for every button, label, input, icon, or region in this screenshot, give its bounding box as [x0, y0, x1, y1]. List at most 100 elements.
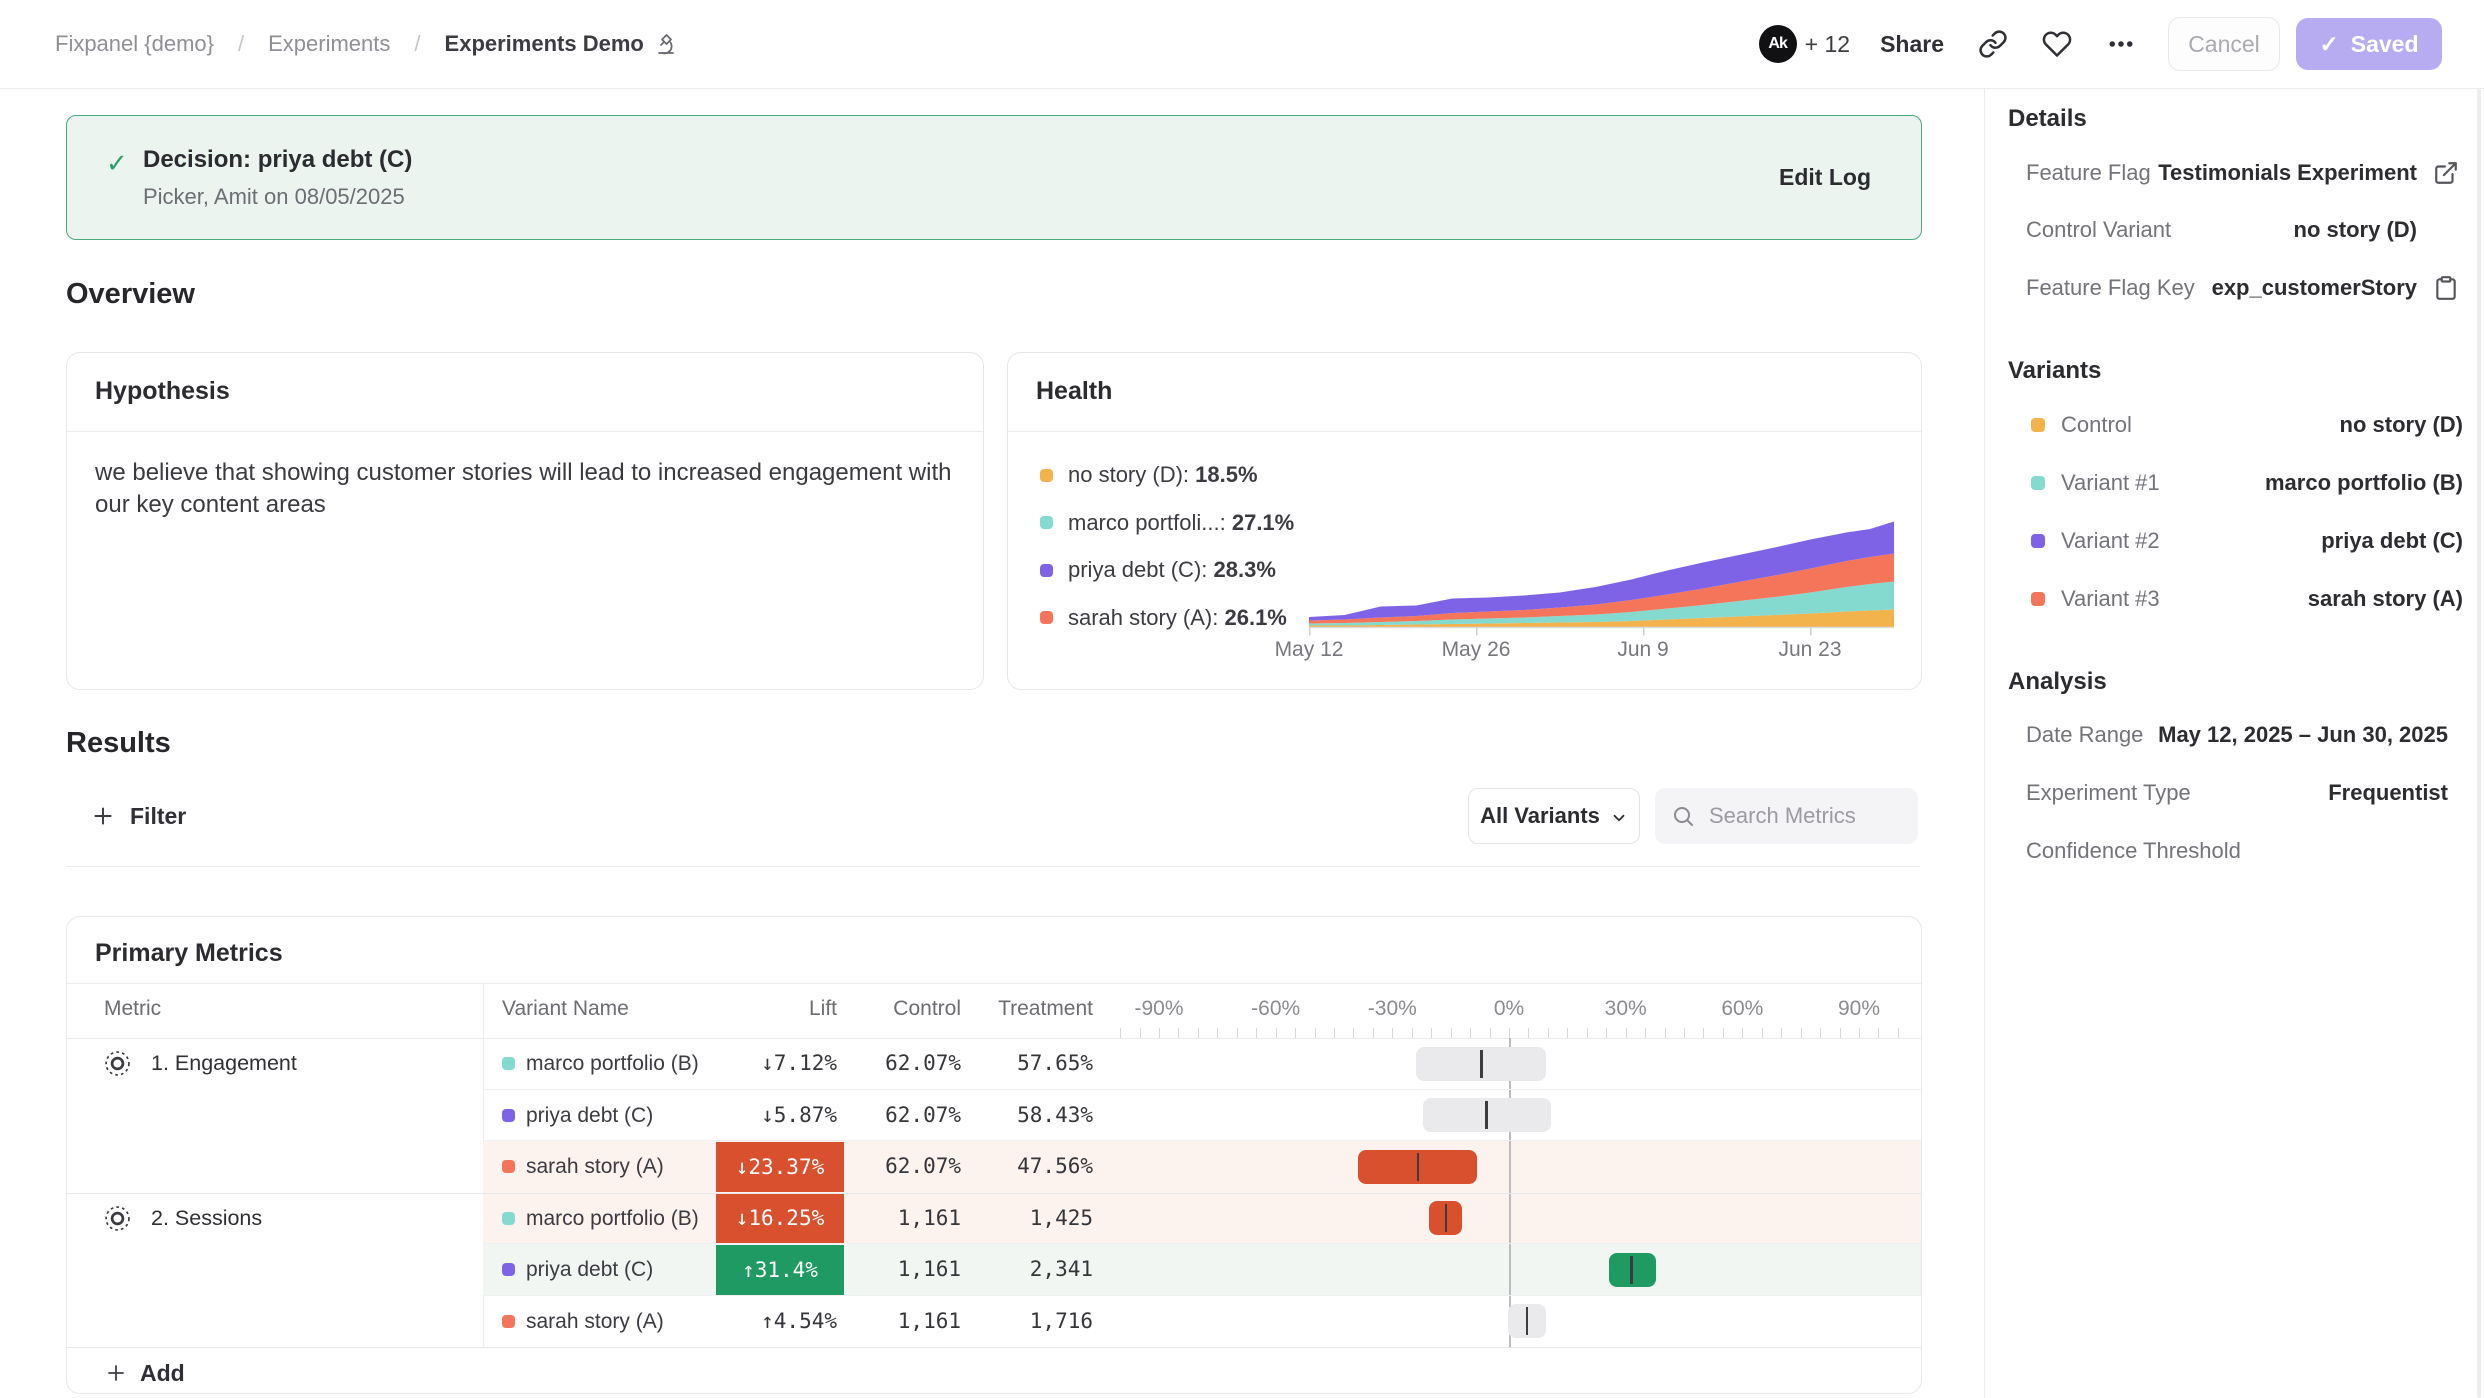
saved-label: Saved: [2351, 31, 2419, 58]
variants-dropdown-label: All Variants: [1480, 803, 1600, 829]
edit-log-button[interactable]: Edit Log: [1779, 164, 1871, 191]
sidebar-row: Variant #2priya debt (C): [1985, 523, 2484, 559]
table-row: priya debt (C)↓5.87%62.07%58.43%: [67, 1090, 1921, 1142]
primary-metrics-title: Primary Metrics: [95, 939, 283, 968]
metric-name[interactable]: 2. Sessions: [151, 1193, 262, 1245]
legend-label: priya debt (C): 28.3%: [1068, 557, 1276, 583]
more-options-icon[interactable]: [2106, 29, 2136, 59]
treatment-value: 47.56%: [943, 1141, 1093, 1193]
group-divider: [67, 1347, 1921, 1348]
ci-axis-label: 0%: [1449, 997, 1569, 1021]
legend-swatch: [1040, 611, 1053, 624]
ci-axis-label: 60%: [1682, 997, 1802, 1021]
ruler-tick: [1412, 1028, 1413, 1038]
plus-icon: [104, 1361, 128, 1385]
variant-swatch: [502, 1212, 515, 1225]
ruler-tick: [1684, 1028, 1685, 1038]
metric-target-icon: [104, 1050, 131, 1077]
saved-button[interactable]: ✓ Saved: [2296, 18, 2442, 70]
ruler-tick: [1703, 1028, 1704, 1038]
plus-icon: [90, 803, 116, 829]
avatar[interactable]: Ak: [1759, 25, 1797, 63]
ruler-tick: [1859, 1028, 1860, 1038]
sidebar-row: Variant #3sarah story (A): [1985, 581, 2484, 617]
column-header-treatment: Treatment: [943, 997, 1093, 1021]
metric-name[interactable]: 1. Engagement: [151, 1038, 297, 1090]
ci-mid-tick: [1480, 1050, 1483, 1078]
variants-dropdown[interactable]: All Variants: [1468, 788, 1640, 844]
ruler-tick: [1217, 1028, 1218, 1038]
ruler-tick: [1781, 1028, 1782, 1038]
share-button[interactable]: Share: [1880, 31, 1944, 58]
breadcrumb-current: Experiments Demo: [445, 31, 678, 57]
ruler-tick: [1237, 1028, 1238, 1038]
sidebar-row-label: Variant #3: [2061, 581, 2160, 617]
collaborators-count[interactable]: + 12: [1805, 31, 1850, 58]
chart-x-tick-label: May 12: [1249, 638, 1369, 662]
health-card-header: Health: [1008, 353, 1921, 432]
sidebar-row-value: no story (D): [2294, 212, 2417, 248]
copy-icon[interactable]: [2433, 275, 2459, 301]
scrollbar[interactable]: [2477, 89, 2481, 1398]
favorite-heart-icon[interactable]: [2042, 29, 2072, 59]
treatment-value: 58.43%: [943, 1090, 1093, 1142]
add-filter-button[interactable]: Filter: [90, 790, 186, 842]
health-legend-item: priya debt (C): 28.3%: [1040, 557, 1276, 583]
ruler-tick: [1392, 1028, 1393, 1038]
ruler-tick: [1626, 1028, 1627, 1038]
ci-axis-label: -60%: [1216, 997, 1336, 1021]
ruler-tick: [1509, 1028, 1510, 1038]
check-icon: ✓: [2319, 31, 2338, 58]
search-icon: [1671, 804, 1695, 828]
control-value: 1,161: [811, 1244, 961, 1296]
ruler-tick: [1528, 1028, 1529, 1038]
health-legend-item: sarah story (A): 26.1%: [1040, 605, 1287, 631]
divider: [67, 983, 1921, 984]
ruler-tick: [1742, 1028, 1743, 1038]
breadcrumb-experiments[interactable]: Experiments: [268, 31, 390, 57]
ruler-tick: [1567, 1028, 1568, 1038]
variant-swatch: [2031, 476, 2045, 490]
ruler-tick: [1606, 1028, 1607, 1038]
ci-axis-label: 30%: [1566, 997, 1686, 1021]
metric-target-icon: [104, 1205, 131, 1232]
ci-axis-label: -90%: [1099, 997, 1219, 1021]
health-chart: [1309, 506, 1894, 638]
breadcrumb-project[interactable]: Fixpanel {demo}: [55, 31, 214, 57]
ruler-tick: [1723, 1028, 1724, 1038]
sidebar-row-value: priya debt (C): [2321, 523, 2463, 559]
chevron-down-icon: [1610, 807, 1628, 825]
sidebar-row: Controlno story (D): [1985, 407, 2484, 443]
analysis-heading: Analysis: [2008, 668, 2107, 696]
variant-name: marco portfolio (B): [526, 1193, 699, 1245]
legend-swatch: [1040, 516, 1053, 529]
ruler-tick: [1276, 1028, 1277, 1038]
ruler-tick: [1295, 1028, 1296, 1038]
search-metrics-input[interactable]: [1707, 802, 1891, 830]
external-link-icon[interactable]: [2433, 160, 2459, 186]
add-label: Add: [140, 1360, 185, 1387]
copy-link-icon[interactable]: [1978, 29, 2008, 59]
variant-swatch: [2031, 592, 2045, 606]
sidebar-row-label: Confidence Threshold: [2026, 833, 2241, 869]
row-highlight: [483, 1244, 1921, 1296]
ruler-tick: [1470, 1028, 1471, 1038]
sidebar-row: Control Variantno story (D): [1985, 212, 2484, 248]
sidebar-row-value: May 12, 2025 – Jun 30, 2025: [2158, 717, 2448, 753]
ruler-tick: [1878, 1028, 1879, 1038]
ruler-tick: [1587, 1028, 1588, 1038]
ruler-tick: [1490, 1028, 1491, 1038]
search-metrics-box: [1655, 788, 1918, 844]
variant-swatch: [2031, 534, 2045, 548]
details-sidebar: Details Feature FlagTestimonials Experim…: [1984, 89, 2484, 1398]
variant-swatch: [502, 1263, 515, 1276]
divider: [66, 866, 1920, 867]
health-title: Health: [1036, 377, 1112, 406]
legend-swatch: [1040, 564, 1053, 577]
table-row: sarah story (A)↑4.54%1,1611,716: [67, 1296, 1921, 1348]
control-value: 1,161: [811, 1296, 961, 1348]
add-metric-button[interactable]: Add: [104, 1358, 185, 1388]
experiment-page: Fixpanel {demo} / Experiments / Experime…: [0, 0, 2484, 1398]
cancel-button[interactable]: Cancel: [2168, 17, 2280, 71]
filter-label: Filter: [130, 803, 186, 830]
